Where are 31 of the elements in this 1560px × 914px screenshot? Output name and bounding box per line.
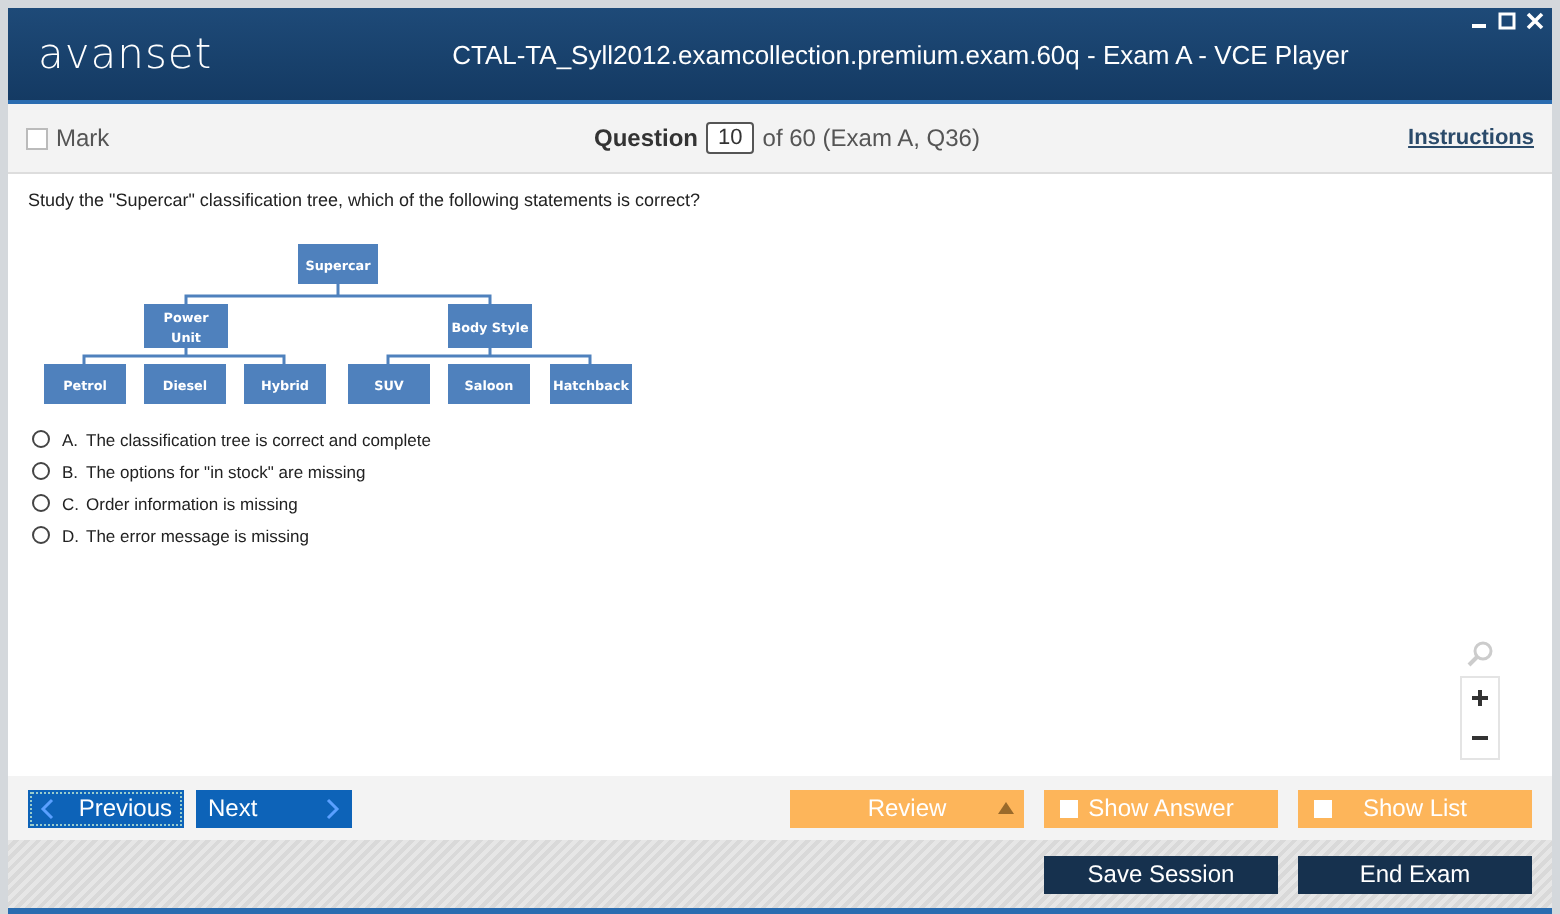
option-letter: D. [62, 525, 81, 545]
option-text: The classification tree is correct and complete [86, 429, 431, 449]
answer-radio[interactable] [32, 462, 50, 480]
save-session-button[interactable]: Save Session [1044, 855, 1278, 893]
instructions-link[interactable]: Instructions [1408, 126, 1534, 150]
next-button[interactable]: Next [196, 789, 352, 827]
previous-button[interactable]: Previous [28, 789, 184, 827]
window-title: CTAL-TA_Syll2012.examcollection.premium.exam.60q - Exam A - VCE Player [452, 39, 1349, 69]
option-text: The options for "in stock" are missing [86, 461, 366, 481]
option-letter: C. [62, 493, 81, 513]
option-text: The error message is missing [86, 525, 309, 545]
zoom-in-icon[interactable] [1470, 688, 1490, 708]
chevron-left-icon [40, 797, 54, 819]
mark-label[interactable]: Mark [56, 124, 110, 152]
question-text: Study the "Supercar" classification tree, which of the following statements is correct? [28, 190, 703, 210]
question-count: of 60 (Exam A, Q36) [762, 124, 980, 152]
caret-up-icon [998, 801, 1014, 813]
option-text: Order information is missing [86, 493, 298, 513]
close-icon[interactable] [1526, 12, 1544, 30]
app-logo: avanset [38, 30, 213, 78]
answer-radio[interactable] [32, 430, 50, 448]
option-letter: B. [62, 461, 81, 481]
option-letter: A. [62, 429, 81, 449]
answer-radio[interactable] [32, 526, 50, 544]
chevron-right-icon [326, 797, 340, 819]
maximize-icon[interactable] [1498, 12, 1516, 30]
question-number-field[interactable]: 10 [706, 122, 755, 154]
end-exam-button[interactable]: End Exam [1298, 855, 1532, 893]
answer-radio[interactable] [32, 494, 50, 512]
mark-checkbox[interactable] [26, 127, 48, 149]
question-label: Question [594, 124, 699, 152]
